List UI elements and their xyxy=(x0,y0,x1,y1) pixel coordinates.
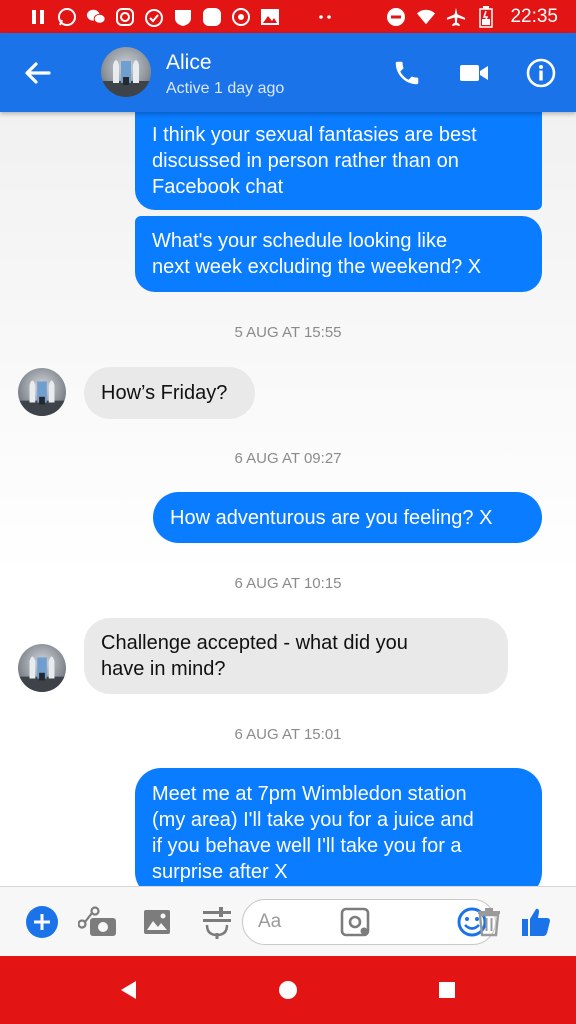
settings-icon xyxy=(231,7,251,27)
sticker-icon xyxy=(340,907,370,937)
message-line: surprise after X xyxy=(152,861,288,883)
recents-square-icon xyxy=(439,982,455,998)
incoming-message[interactable]: Challenge accepted - what did you have i… xyxy=(84,618,508,694)
timestamp: 6 AUG AT 10:15 xyxy=(234,575,342,592)
pause-icon xyxy=(28,7,48,27)
camera-icon xyxy=(78,906,116,936)
message-line: have in mind? xyxy=(101,658,226,680)
contact-name[interactable]: Alice xyxy=(166,51,212,75)
add-icon xyxy=(26,906,58,938)
message-line: Facebook chat xyxy=(152,176,284,198)
sender-avatar[interactable] xyxy=(18,644,66,692)
active-status: Active 1 day ago xyxy=(166,80,285,97)
airplane-icon xyxy=(446,7,466,27)
outgoing-message[interactable]: How adventurous are you feeling? X xyxy=(153,492,542,543)
timestamp: 5 AUG AT 15:55 xyxy=(234,324,342,341)
like-icon xyxy=(522,908,550,936)
message-line: Meet me at 7pm Wimbledon station xyxy=(152,783,467,805)
message-composer: Aa xyxy=(0,886,576,957)
incoming-message[interactable]: How’s Friday? xyxy=(84,367,255,419)
shield-icon xyxy=(173,7,193,27)
info-icon xyxy=(526,58,556,88)
info-button[interactable] xyxy=(523,55,559,91)
back-nav-button[interactable] xyxy=(112,974,144,1006)
do-not-disturb-icon xyxy=(386,7,406,27)
delete-button[interactable] xyxy=(472,905,506,939)
home-circle-icon xyxy=(279,981,297,999)
sender-avatar[interactable] xyxy=(18,368,66,416)
sticker-button[interactable] xyxy=(338,905,372,939)
notification-icons xyxy=(0,7,335,27)
timer-icon xyxy=(144,7,164,27)
image-icon xyxy=(144,910,170,934)
wifi-icon xyxy=(416,7,436,27)
outgoing-message[interactable]: I think your sexual fantasies are best d… xyxy=(135,112,542,210)
system-icons: 22:35 xyxy=(386,0,558,33)
more-dots-icon xyxy=(315,7,335,27)
mic-button[interactable] xyxy=(200,905,234,939)
back-button[interactable] xyxy=(22,57,54,89)
navigation-bar xyxy=(0,956,576,1024)
back-arrow-icon xyxy=(25,62,51,84)
clock: 22:35 xyxy=(510,5,558,27)
gallery-icon xyxy=(260,7,280,27)
voice-call-button[interactable] xyxy=(389,55,425,91)
recents-nav-button[interactable] xyxy=(431,974,463,1006)
message-line: What's your schedule looking like xyxy=(152,230,448,252)
message-line: How adventurous are you feeling? X xyxy=(170,507,493,529)
like-button[interactable] xyxy=(519,905,553,939)
message-line: I think your sexual fantasies are best xyxy=(152,124,477,146)
whatsapp-icon xyxy=(57,7,77,27)
add-button[interactable] xyxy=(25,905,59,939)
message-line: discussed in person rather than on xyxy=(152,150,459,172)
mic-icon xyxy=(203,907,231,939)
message-line: if you behave well I'll take you for a xyxy=(152,835,462,857)
message-input-placeholder: Aa xyxy=(258,911,282,932)
delete-icon xyxy=(478,908,500,937)
message-line: next week excluding the weekend? X xyxy=(152,256,482,278)
camera-button[interactable] xyxy=(78,905,118,939)
timestamp: 6 AUG AT 09:27 xyxy=(234,450,342,467)
battery-icon xyxy=(476,5,496,28)
phone-icon xyxy=(395,61,419,85)
message-line: How’s Friday? xyxy=(101,382,228,404)
video-camera-icon xyxy=(460,65,488,81)
instagram-icon xyxy=(115,7,135,27)
message-line: Challenge accepted - what did you xyxy=(101,632,408,654)
gallery-button[interactable] xyxy=(140,905,174,939)
back-triangle-icon xyxy=(121,981,136,999)
status-bar: 22:35 xyxy=(0,0,576,33)
message-thread[interactable]: I think your sexual fantasies are best d… xyxy=(0,112,576,886)
wechat-icon xyxy=(86,7,106,27)
conversation-header: Alice Active 1 day ago xyxy=(0,33,576,112)
outgoing-message[interactable]: What's your schedule looking like next w… xyxy=(135,216,542,292)
video-call-button[interactable] xyxy=(456,55,492,91)
outgoing-message[interactable]: Meet me at 7pm Wimbledon station (my are… xyxy=(135,768,542,886)
message-line: (my area) I'll take you for a juice and xyxy=(152,809,474,831)
timestamp: 6 AUG AT 15:01 xyxy=(234,726,342,743)
contact-avatar[interactable] xyxy=(101,47,151,97)
app-icon xyxy=(202,7,222,27)
home-nav-button[interactable] xyxy=(272,974,304,1006)
